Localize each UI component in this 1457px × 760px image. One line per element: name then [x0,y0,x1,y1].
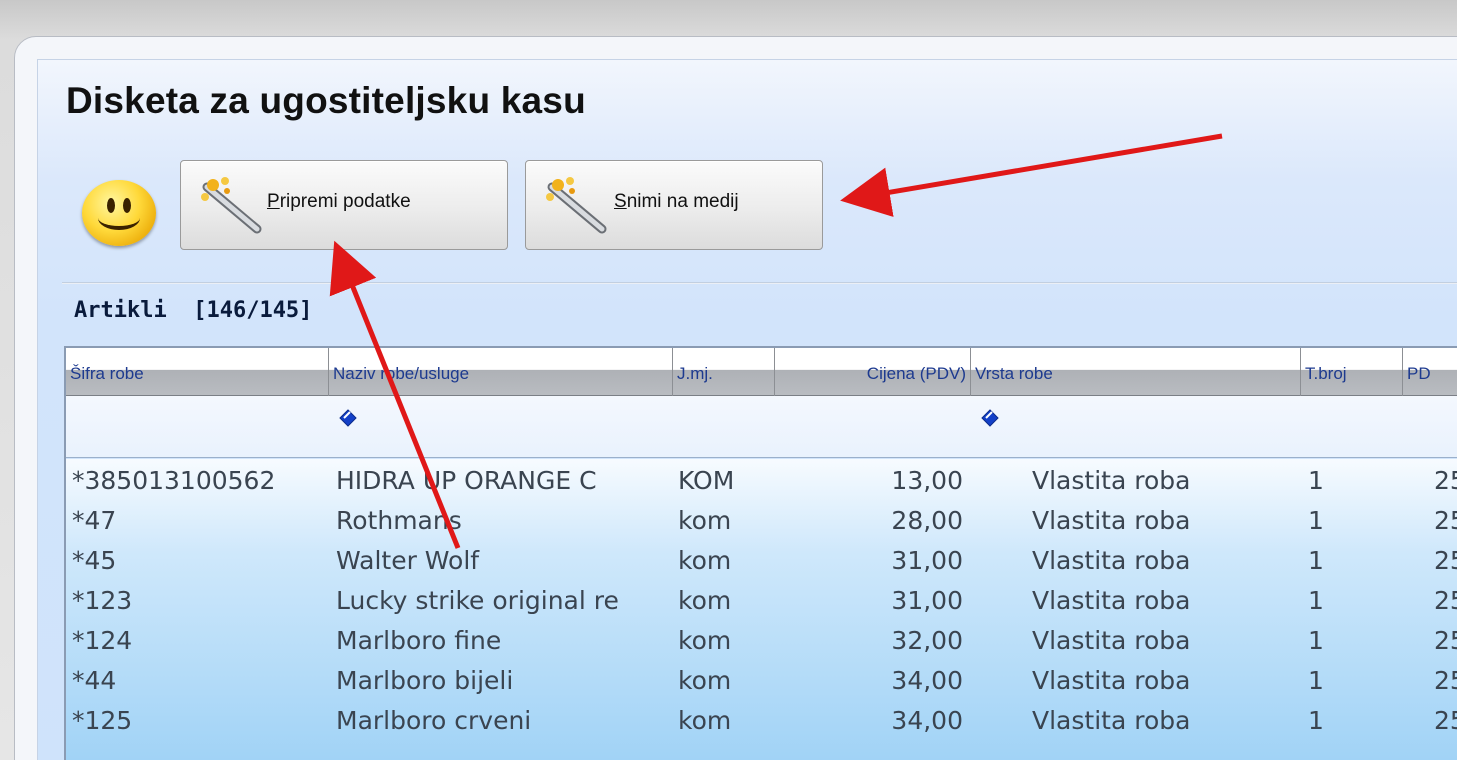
table-row[interactable]: *123 Lucky strike original re kom 31,00 … [66,581,1457,621]
column-header-vrsta[interactable]: Vrsta robe [971,348,1301,396]
cell-vrsta: Vlastita roba [1032,506,1191,535]
section-count: [146/145] [193,298,313,323]
cell-pd: 25 [1434,666,1457,695]
page-title: Disketa za ugostiteljsku kasu [66,80,586,121]
column-header-tbroj[interactable]: T.broj [1301,348,1403,396]
cell-naziv: Marlboro crveni [336,706,532,735]
cell-sifra: *44 [72,666,117,695]
cell-jmj: kom [678,666,732,695]
cell-cijena: 13,00 [891,466,963,495]
cell-naziv: Walter Wolf [336,546,480,575]
cell-tbroj: 1 [1308,666,1324,695]
cell-jmj: kom [678,586,732,615]
table-row[interactable]: *385013100562 HIDRA UP ORANGE C KOM 13,0… [66,461,1457,501]
cell-jmj: KOM [678,466,735,495]
smiley-icon [82,180,156,246]
cell-naziv: Rothmans [336,506,462,535]
cell-naziv: Marlboro fine [336,626,502,655]
column-header-pd[interactable]: PD [1403,348,1457,396]
prepare-data-label: Pripremi podatke [267,191,411,212]
cell-cijena: 34,00 [891,706,963,735]
cell-sifra: *385013100562 [72,466,276,495]
cell-tbroj: 1 [1308,506,1324,535]
cell-sifra: *124 [72,626,133,655]
cell-tbroj: 1 [1308,546,1324,575]
cell-jmj: kom [678,626,732,655]
grid-body: *385013100562 HIDRA UP ORANGE C KOM 13,0… [66,459,1457,760]
grid-header: Šifra robe Naziv robe/usluge J.mj. Cijen… [66,348,1457,396]
cell-pd: 25 [1434,466,1457,495]
cell-vrsta: Vlastita roba [1032,546,1191,575]
cell-tbroj: 1 [1308,586,1324,615]
cell-cijena: 28,00 [891,506,963,535]
cell-sifra: *45 [72,546,117,575]
cell-pd: 25 [1434,546,1457,575]
cell-cijena: 31,00 [891,586,963,615]
magic-wand-icon [546,177,607,234]
cell-vrsta: Vlastita roba [1032,466,1191,495]
magic-wand-icon [201,177,262,234]
filter-row[interactable] [66,396,1457,458]
cell-naziv: Lucky strike original re [336,586,619,615]
save-to-media-label: Snimi na medij [614,191,739,212]
smiley-mouth [98,206,140,230]
table-row[interactable]: *44 Marlboro bijeli kom 34,00 Vlastita r… [66,661,1457,701]
table-row[interactable]: *47 Rothmans kom 28,00 Vlastita roba 1 2… [66,501,1457,541]
column-header-cijena[interactable]: Cijena (PDV) [775,348,971,396]
cell-cijena: 31,00 [891,546,963,575]
cell-sifra: *123 [72,586,133,615]
table-row[interactable]: *45 Walter Wolf kom 31,00 Vlastita roba … [66,541,1457,581]
articles-grid[interactable]: Šifra robe Naziv robe/usluge J.mj. Cijen… [64,346,1457,760]
table-row[interactable]: *124 Marlboro fine kom 32,00 Vlastita ro… [66,621,1457,661]
pencil-icon[interactable] [338,408,358,428]
cell-vrsta: Vlastita roba [1032,706,1191,735]
cell-pd: 25 [1434,506,1457,535]
section-title: Artikli [146/145] [74,298,312,323]
cell-vrsta: Vlastita roba [1032,666,1191,695]
cell-naziv: HIDRA UP ORANGE C [336,466,597,495]
cell-cijena: 32,00 [891,626,963,655]
cell-pd: 25 [1434,626,1457,655]
pencil-icon[interactable] [980,408,1000,428]
section-divider [62,282,1457,284]
cell-jmj: kom [678,506,732,535]
prepare-data-button[interactable]: Pripremi podatke [180,160,508,250]
column-header-naziv[interactable]: Naziv robe/usluge [329,348,673,396]
cell-sifra: *47 [72,506,117,535]
cell-tbroj: 1 [1308,626,1324,655]
cell-tbroj: 1 [1308,706,1324,735]
cell-naziv: Marlboro bijeli [336,666,514,695]
cell-jmj: kom [678,706,732,735]
column-header-sifra[interactable]: Šifra robe [66,348,329,396]
cell-sifra: *125 [72,706,133,735]
column-header-jmj[interactable]: J.mj. [673,348,775,396]
table-row[interactable]: *125 Marlboro crveni kom 34,00 Vlastita … [66,701,1457,741]
cell-jmj: kom [678,546,732,575]
cell-vrsta: Vlastita roba [1032,586,1191,615]
section-label: Artikli [74,298,167,323]
cell-pd: 25 [1434,706,1457,735]
cell-cijena: 34,00 [891,666,963,695]
cell-tbroj: 1 [1308,466,1324,495]
save-to-media-button[interactable]: Snimi na medij [525,160,823,250]
cell-vrsta: Vlastita roba [1032,626,1191,655]
cell-pd: 25 [1434,586,1457,615]
